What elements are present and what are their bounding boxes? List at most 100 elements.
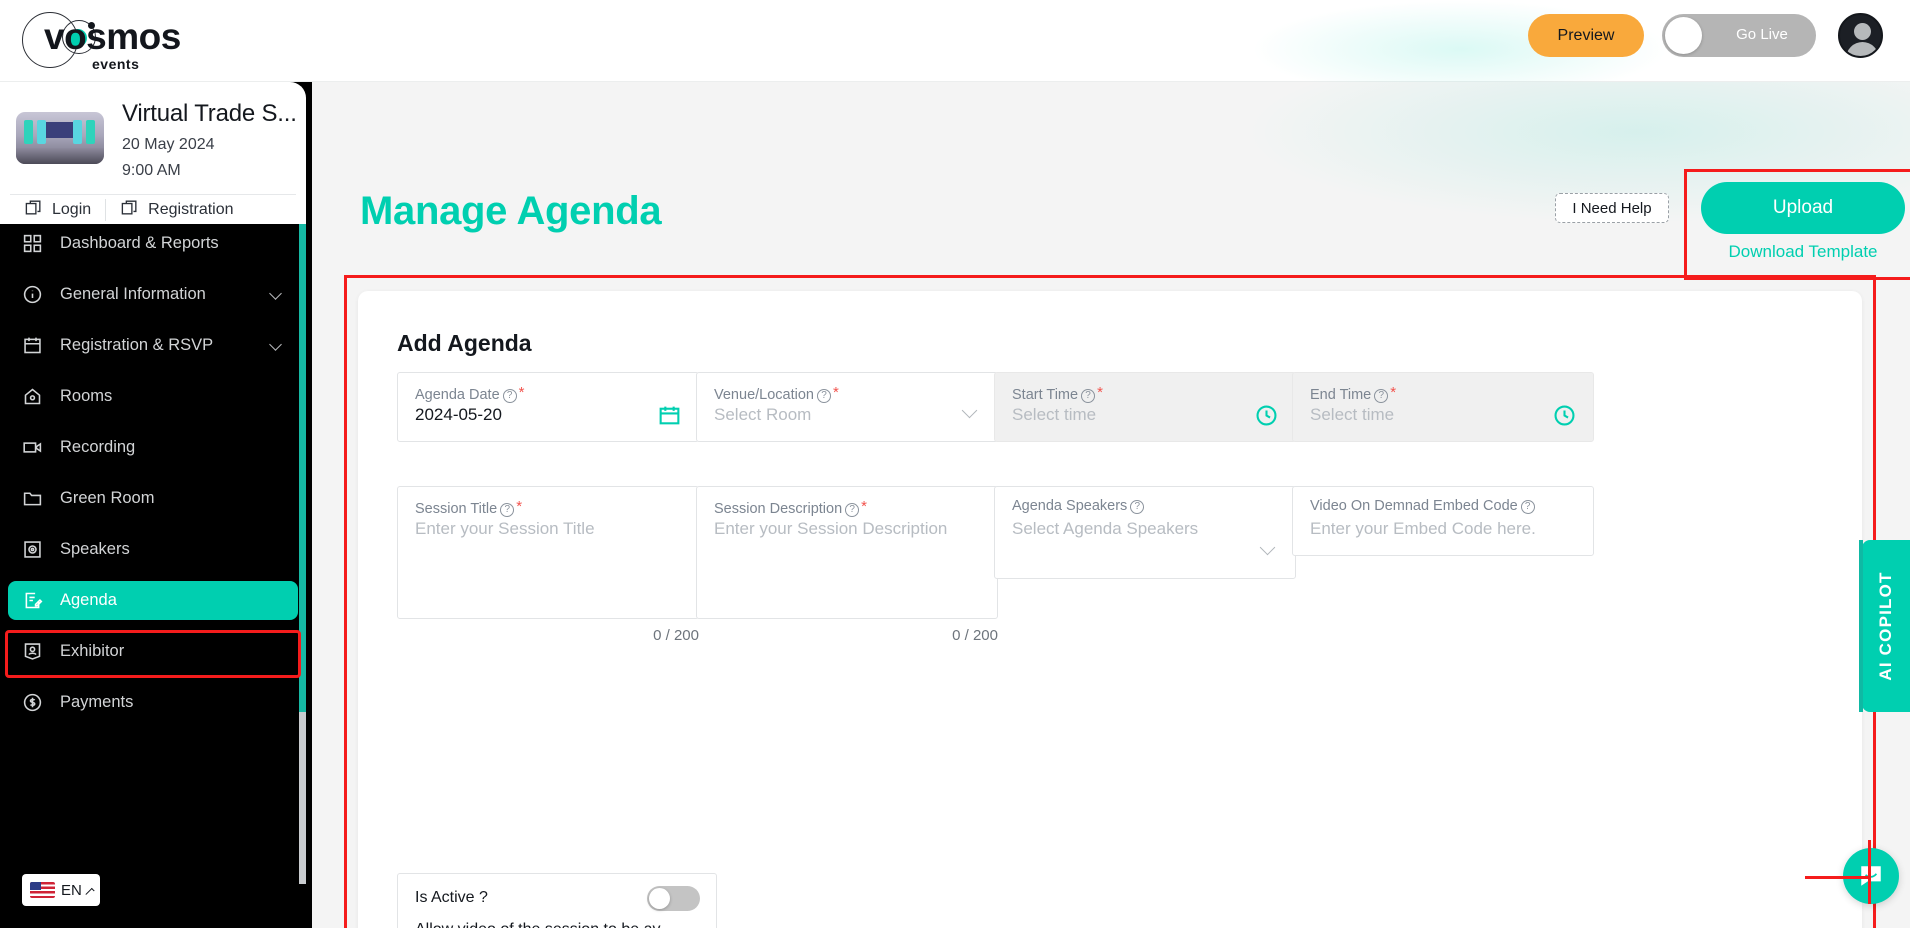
event-time: 9:00 AM <box>122 162 181 179</box>
sidebar-item-agenda[interactable]: Agenda <box>8 581 298 620</box>
agenda-edit-icon <box>22 590 43 611</box>
need-help-button[interactable]: I Need Help <box>1555 193 1669 223</box>
session-title-placeholder: Enter your Session Title <box>415 519 595 538</box>
go-live-toggle[interactable]: Go Live <box>1662 14 1816 57</box>
is-active-label: Is Active ? <box>415 889 488 906</box>
add-agenda-title: Add Agenda <box>397 330 532 356</box>
end-time-field[interactable]: End Time? * Select time <box>1292 372 1594 442</box>
preview-button[interactable]: Preview <box>1528 14 1644 57</box>
end-time-label: End Time? * <box>1310 384 1397 403</box>
help-icon[interactable]: ? <box>1520 500 1535 514</box>
user-avatar-icon[interactable] <box>1838 13 1883 58</box>
start-time-label: Start Time? * <box>1012 384 1103 403</box>
help-icon[interactable]: ? <box>1374 389 1389 403</box>
venue-location-label: Venue/Location? * <box>714 384 839 403</box>
session-description-label: Session Description? * <box>714 498 867 517</box>
event-link-login[interactable]: Login <box>10 195 105 225</box>
chevron-up-icon <box>85 887 95 897</box>
sidebar-item-speakers[interactable]: Speakers <box>8 530 298 569</box>
chevron-down-icon[interactable] <box>269 338 282 351</box>
event-thumbnail <box>16 112 104 164</box>
venue-location-field[interactable]: Venue/Location? * Select Room <box>696 372 998 442</box>
help-icon[interactable]: ? <box>816 389 831 403</box>
sidebar-item-label: Speakers <box>60 540 130 558</box>
venue-location-placeholder: Select Room <box>714 405 812 424</box>
ai-copilot-label: AI COPILOT <box>1876 571 1895 681</box>
vosmos-logo[interactable]: vosmos events <box>22 8 222 72</box>
agenda-speakers-placeholder: Select Agenda Speakers <box>1012 519 1199 538</box>
sidebar-item-label: Registration & RSVP <box>60 336 214 354</box>
event-title: Virtual Trade S... <box>122 100 297 127</box>
download-template-link[interactable]: Download Template <box>1701 242 1905 262</box>
agenda-date-field[interactable]: Agenda Date? * 2024-05-20 <box>397 372 699 442</box>
chevron-down-icon[interactable] <box>269 287 282 300</box>
info-icon <box>22 284 43 305</box>
sidebar-nav: Dashboard & Reports General Information <box>0 224 306 884</box>
session-title-counter: 0 / 200 <box>653 627 699 644</box>
session-description-counter: 0 / 200 <box>952 627 998 644</box>
copy-icon <box>120 198 139 222</box>
sidebar-item-payments[interactable]: Payments <box>8 683 298 722</box>
is-active-toggle[interactable] <box>647 886 700 911</box>
language-selector[interactable]: EN <box>22 874 100 906</box>
sidebar-item-label: Recording <box>60 438 136 456</box>
payments-icon <box>22 692 43 713</box>
agenda-date-value: 2024-05-20 <box>415 405 502 424</box>
sidebar-item-label: General Information <box>60 285 206 303</box>
us-flag-icon <box>30 882 55 898</box>
help-icon[interactable]: ? <box>1081 389 1096 403</box>
sidebar-item-label: Dashboard & Reports <box>60 234 219 252</box>
copy-icon <box>24 198 43 222</box>
video-embed-code-label: Video On Demnad Embed Code? <box>1310 498 1535 514</box>
calendar-icon <box>22 335 43 356</box>
event-link-login-label: Login <box>52 200 92 218</box>
chat-bubble-button[interactable] <box>1843 848 1899 904</box>
avatar-head <box>1854 23 1871 40</box>
sidebar-scrollbar-thumb[interactable] <box>299 224 306 712</box>
agenda-speakers-field[interactable]: Agenda Speakers? Select Agenda Speakers <box>994 486 1296 579</box>
help-icon[interactable]: ? <box>502 389 517 403</box>
sidebar-item-label: Exhibitor <box>60 642 125 660</box>
video-icon <box>22 437 43 458</box>
event-date: 20 May 2024 <box>122 136 215 153</box>
event-quick-links: Login Registration <box>10 194 296 224</box>
agenda-speakers-label: Agenda Speakers? <box>1012 498 1145 514</box>
help-icon[interactable]: ? <box>845 503 860 517</box>
session-description-field[interactable]: Session Description? * Enter your Session… <box>696 486 998 619</box>
logo-wordmark: vosmos <box>44 16 181 57</box>
main-content: Manage Agenda I Need Help Upload Downloa… <box>312 82 1910 928</box>
sidebar-item-label: Rooms <box>60 387 113 405</box>
chevron-down-icon[interactable] <box>1259 539 1276 556</box>
avatar-body <box>1846 42 1879 56</box>
sidebar-item-dashboard-reports[interactable]: Dashboard & Reports <box>8 224 298 263</box>
ai-copilot-tab[interactable]: AI COPILOT <box>1862 540 1910 712</box>
chat-bubble-icon <box>1861 866 1881 886</box>
is-active-description: Allow video of the session to be av... <box>415 921 673 928</box>
add-agenda-card: Add Agenda Agenda Date? * 2024-05-20 Venu… <box>358 291 1862 928</box>
event-link-registration-label: Registration <box>148 200 234 218</box>
go-live-label: Go Live <box>1736 26 1788 43</box>
start-time-field[interactable]: Start Time? * Select time <box>994 372 1296 442</box>
sidebar-item-exhibitor[interactable]: Exhibitor <box>8 632 298 671</box>
start-time-placeholder: Select time <box>1012 405 1097 424</box>
sidebar-item-general-information[interactable]: General Information <box>8 275 298 314</box>
event-card[interactable]: Virtual Trade S... 20 May 2024 9:00 AM L… <box>0 82 306 224</box>
grid-icon <box>22 233 43 254</box>
event-link-registration[interactable]: Registration <box>106 195 247 225</box>
help-icon[interactable]: ? <box>500 503 515 517</box>
sidebar-item-green-room[interactable]: Green Room <box>8 479 298 518</box>
sidebar-item-rooms[interactable]: Rooms <box>8 377 298 416</box>
help-icon[interactable]: ? <box>1130 500 1145 514</box>
clock-icon[interactable] <box>1552 403 1577 433</box>
session-title-field[interactable]: Session Title? * Enter your Session Title <box>397 486 699 619</box>
clock-icon[interactable] <box>1254 403 1279 433</box>
calendar-icon[interactable] <box>657 403 682 433</box>
app-root: vosmos events Preview Go Live Virtual Tr… <box>0 0 1910 928</box>
sidebar-item-recording[interactable]: Recording <box>8 428 298 467</box>
chevron-down-icon[interactable] <box>961 402 978 419</box>
folder-icon <box>22 488 43 509</box>
sidebar-item-registration-rsvp[interactable]: Registration & RSVP <box>8 326 298 365</box>
upload-button[interactable]: Upload <box>1701 182 1905 234</box>
logo-subtext: events <box>92 56 140 72</box>
video-embed-code-field[interactable]: Video On Demnad Embed Code? Enter your E… <box>1292 486 1594 556</box>
